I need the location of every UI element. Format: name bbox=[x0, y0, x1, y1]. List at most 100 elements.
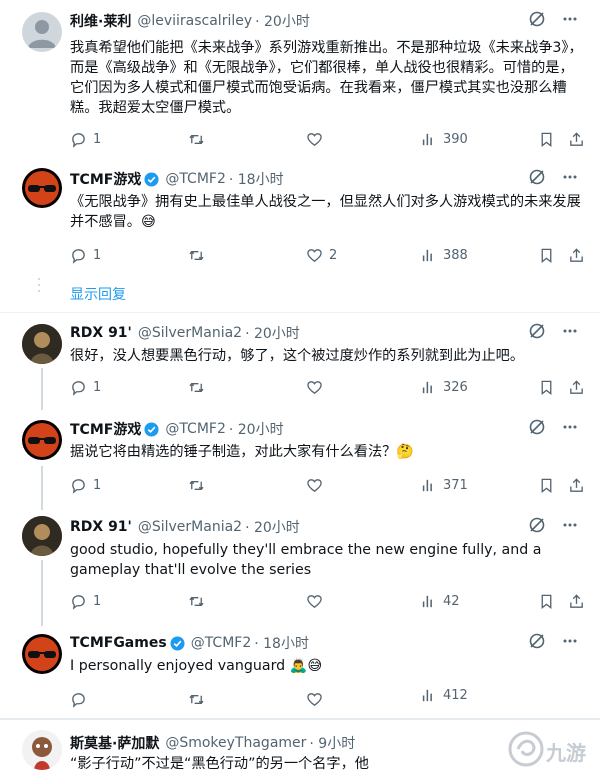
retweet-button[interactable] bbox=[188, 688, 205, 710]
author-handle[interactable]: @leviirascalriley bbox=[137, 13, 252, 29]
author-name[interactable]: RDX 91' bbox=[70, 519, 132, 535]
thread-line bbox=[41, 466, 43, 510]
views-button[interactable]: 42 bbox=[420, 590, 460, 612]
more-icon[interactable] bbox=[562, 323, 578, 339]
timestamp[interactable]: · 20小时 bbox=[255, 11, 310, 31]
like-button[interactable]: 2 bbox=[306, 244, 337, 266]
reply-button[interactable]: 1 bbox=[70, 244, 101, 266]
reply-icon bbox=[72, 248, 85, 264]
watermark-logo: 九游 bbox=[506, 727, 594, 771]
author-name[interactable]: TCMF游戏 bbox=[70, 169, 141, 189]
views-button[interactable]: 371 bbox=[420, 474, 468, 496]
share-icon bbox=[570, 247, 583, 262]
grok-icon[interactable] bbox=[528, 10, 546, 28]
like-button[interactable] bbox=[306, 590, 323, 612]
reply-button[interactable]: 1 bbox=[70, 376, 101, 398]
bookmark-button[interactable] bbox=[538, 128, 555, 150]
avatar[interactable] bbox=[22, 420, 62, 460]
share-button[interactable] bbox=[568, 590, 585, 612]
timestamp[interactable]: · 20小时 bbox=[245, 517, 300, 537]
author-handle[interactable]: @TCMF2 bbox=[165, 171, 226, 187]
tweet[interactable]: TCMFGames @TCMF2 · 18小时 I personally enj… bbox=[0, 626, 600, 718]
more-icon[interactable] bbox=[562, 169, 578, 185]
views-button[interactable]: 326 bbox=[420, 376, 468, 398]
bookmark-button[interactable] bbox=[538, 376, 555, 398]
author-name[interactable]: TCMFGames bbox=[70, 635, 167, 651]
avatar[interactable] bbox=[22, 634, 62, 674]
author-name[interactable]: 斯莫基·萨加默 bbox=[70, 733, 159, 753]
reply-button[interactable]: 1 bbox=[70, 590, 101, 612]
author-name[interactable]: TCMF游戏 bbox=[70, 419, 141, 439]
views-button[interactable]: 412 bbox=[420, 688, 468, 702]
thread-line bbox=[41, 368, 43, 410]
grok-icon[interactable] bbox=[528, 418, 546, 436]
heart-icon bbox=[307, 248, 322, 262]
reply-count: 1 bbox=[93, 131, 102, 147]
thread-dots bbox=[38, 278, 40, 296]
author-handle[interactable]: @SmokeyThagamer bbox=[165, 735, 306, 751]
reply-count: 1 bbox=[93, 477, 102, 493]
author-name[interactable]: 利维·莱利 bbox=[70, 11, 131, 31]
tweet[interactable]: TCMF游戏 @TCMF2 · 20小时 据说它将由精选的锤子制造，对此大家有什… bbox=[0, 410, 600, 510]
reply-button[interactable]: 1 bbox=[70, 474, 101, 496]
views-button[interactable]: 388 bbox=[420, 244, 468, 266]
grok-icon[interactable] bbox=[528, 516, 546, 534]
timestamp[interactable]: · 18小时 bbox=[254, 633, 309, 653]
author-handle[interactable]: @TCMF2 bbox=[165, 421, 226, 437]
reply-count: 1 bbox=[93, 593, 102, 609]
more-icon[interactable] bbox=[562, 633, 578, 649]
tweet[interactable]: 利维·莱利 @leviirascalriley · 20小时 我真希望他们能把《… bbox=[0, 0, 600, 160]
show-replies-link[interactable]: 显示回复 bbox=[70, 284, 126, 304]
retweet-button[interactable] bbox=[188, 376, 205, 398]
bookmark-button[interactable] bbox=[538, 244, 555, 266]
author-handle[interactable]: @SilverMania2 bbox=[138, 325, 242, 341]
tweet-text: good studio, hopefully they'll embrace t… bbox=[70, 542, 542, 578]
avatar[interactable] bbox=[22, 730, 62, 770]
tweet[interactable]: RDX 91' @SilverMania2 · 20小时 很好，没人想要黑色行动… bbox=[0, 318, 600, 410]
share-button[interactable] bbox=[568, 376, 585, 398]
grok-icon[interactable] bbox=[528, 168, 546, 186]
bookmark-button[interactable] bbox=[538, 590, 555, 612]
timestamp[interactable]: · 18小时 bbox=[229, 169, 284, 189]
author-handle[interactable]: @TCMF2 bbox=[191, 635, 252, 651]
view-count: 326 bbox=[443, 379, 468, 395]
author-name[interactable]: RDX 91' bbox=[70, 325, 132, 341]
heart-icon bbox=[307, 594, 322, 608]
like-button[interactable] bbox=[306, 376, 323, 398]
avatar[interactable] bbox=[22, 168, 62, 208]
like-button[interactable] bbox=[306, 474, 323, 496]
like-button[interactable] bbox=[306, 128, 323, 150]
share-button[interactable] bbox=[568, 244, 585, 266]
reply-icon bbox=[72, 594, 85, 610]
retweet-icon bbox=[189, 694, 204, 704]
timestamp[interactable]: · 20小时 bbox=[245, 323, 300, 343]
view-count: 388 bbox=[443, 247, 468, 263]
reply-icon bbox=[72, 692, 85, 708]
grok-icon[interactable] bbox=[528, 632, 546, 650]
retweet-button[interactable] bbox=[188, 474, 205, 496]
author-handle[interactable]: @SilverMania2 bbox=[138, 519, 242, 535]
views-button[interactable]: 390 bbox=[420, 128, 468, 150]
timestamp[interactable]: · 20小时 bbox=[229, 419, 284, 439]
more-icon[interactable] bbox=[562, 517, 578, 533]
grok-icon[interactable] bbox=[528, 322, 546, 340]
retweet-button[interactable] bbox=[188, 128, 205, 150]
tweet[interactable]: RDX 91' @SilverMania2 · 20小时 good studio… bbox=[0, 510, 600, 626]
reply-button[interactable] bbox=[70, 688, 87, 710]
retweet-button[interactable] bbox=[188, 590, 205, 612]
reply-button[interactable]: 1 bbox=[70, 128, 101, 150]
more-icon[interactable] bbox=[562, 11, 578, 27]
tweet[interactable]: TCMF游戏 @TCMF2 · 18小时 《无限战争》拥有史上最佳单人战役之一，… bbox=[0, 160, 600, 310]
retweet-icon bbox=[189, 250, 204, 260]
retweet-button[interactable] bbox=[188, 244, 205, 266]
avatar[interactable] bbox=[22, 12, 62, 52]
share-button[interactable] bbox=[568, 474, 585, 496]
share-button[interactable] bbox=[568, 128, 585, 150]
avatar[interactable] bbox=[22, 324, 62, 364]
timestamp[interactable]: · 9小时 bbox=[309, 733, 355, 753]
tweet-text: 我真希望他们能把《未来战争》系列游戏重新推出。不是那种垃圾《未来战争3》，而是《… bbox=[70, 40, 583, 116]
avatar[interactable] bbox=[22, 516, 62, 556]
more-icon[interactable] bbox=[562, 419, 578, 435]
bookmark-button[interactable] bbox=[538, 474, 555, 496]
like-button[interactable] bbox=[306, 688, 323, 710]
